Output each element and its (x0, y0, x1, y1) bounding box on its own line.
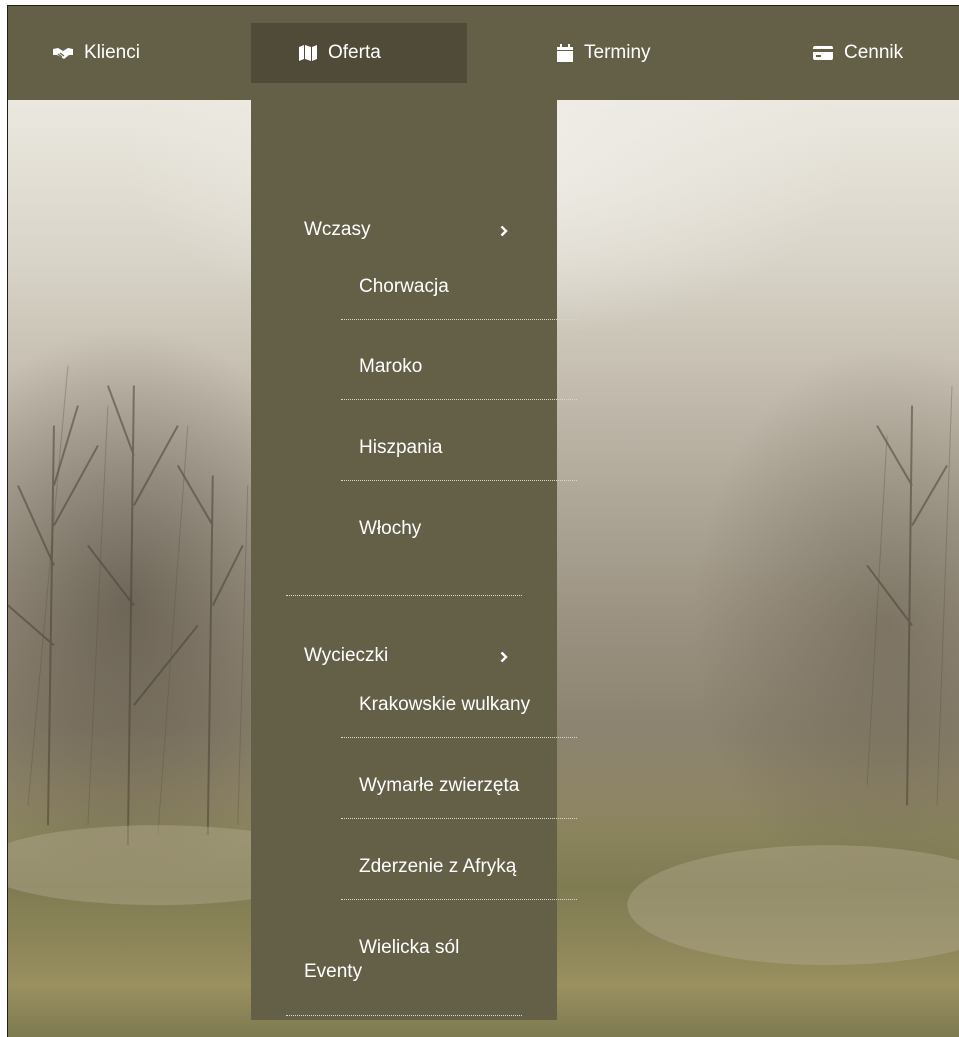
nav-label-oferta: Oferta (328, 42, 381, 63)
chevron-right-icon (500, 647, 508, 669)
menu-item-wycieczki[interactable]: Wycieczki (304, 641, 514, 671)
nav-item-klienci[interactable]: Klienci (28, 23, 248, 83)
main-navigation: Klienci Oferta Terminy Cennik (8, 6, 959, 100)
nav-label-cennik: Cennik (844, 42, 904, 63)
submenu-item-hiszpania[interactable]: Hiszpania (341, 421, 577, 481)
menu-label-wczasy: Wczasy (304, 219, 371, 240)
nav-item-oferta[interactable]: Oferta (251, 23, 467, 83)
menu-item-eventy[interactable]: Eventy (304, 961, 362, 983)
submenu-item-chorwacja[interactable]: Chorwacja (341, 260, 577, 320)
handshake-icon (52, 45, 74, 61)
submenu-item-wielicka-sol[interactable]: Wielicka sól (341, 921, 577, 981)
menu-separator (286, 1015, 522, 1016)
submenu-item-maroko[interactable]: Maroko (341, 340, 577, 400)
map-icon (298, 44, 318, 62)
submenu-item-wymarle-zwierzeta[interactable]: Wymarłe zwierzęta (341, 759, 577, 819)
nav-label-terminy: Terminy (584, 42, 651, 63)
menu-item-wczasy[interactable]: Wczasy (304, 215, 514, 245)
submenu-item-wlochy[interactable]: Włochy (341, 502, 577, 562)
calendar-icon (556, 43, 574, 63)
submenu-item-krakowskie-wulkany[interactable]: Krakowskie wulkany (341, 678, 577, 738)
submenu-item-zderzenie-z-afryka[interactable]: Zderzenie z Afryką (341, 840, 577, 900)
nav-item-cennik[interactable]: Cennik (788, 23, 959, 83)
credit-card-icon (812, 45, 834, 61)
chevron-right-icon (500, 221, 508, 243)
nav-item-terminy[interactable]: Terminy (538, 23, 738, 83)
oferta-dropdown-menu: Wczasy Chorwacja Maroko Hiszpania Włochy… (251, 100, 577, 1020)
nav-label-klienci: Klienci (84, 42, 140, 63)
menu-label-wycieczki: Wycieczki (304, 645, 389, 666)
page-frame: Klienci Oferta Terminy Cennik Wczasy Cho… (7, 5, 959, 1037)
menu-separator (286, 595, 522, 596)
